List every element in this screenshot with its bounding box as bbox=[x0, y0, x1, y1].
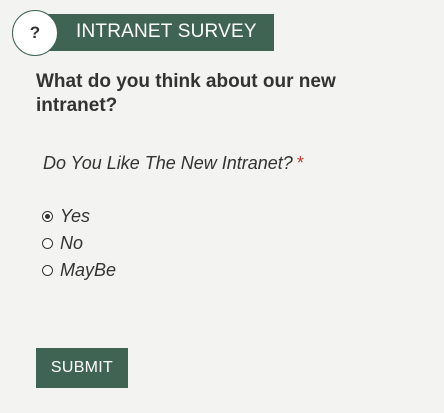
question-text: Do You Like The New Intranet? bbox=[43, 153, 293, 173]
help-icon[interactable]: ? bbox=[12, 10, 58, 56]
header-title: INTRANET SURVEY bbox=[76, 21, 257, 42]
option-no[interactable]: No bbox=[42, 230, 116, 257]
required-marker: * bbox=[296, 153, 304, 173]
option-label: Yes bbox=[60, 206, 91, 226]
option-yes[interactable]: Yes bbox=[42, 203, 116, 230]
radio-group: Yes No MayBe bbox=[42, 203, 116, 284]
radio-maybe[interactable] bbox=[42, 265, 53, 276]
question-label: Do You Like The New Intranet? * bbox=[43, 153, 304, 174]
option-label: MayBe bbox=[60, 260, 117, 280]
submit-button[interactable]: SUBMIT bbox=[36, 348, 128, 388]
option-maybe[interactable]: MayBe bbox=[42, 257, 116, 284]
survey-header: INTRANET SURVEY ? bbox=[12, 10, 274, 58]
radio-yes[interactable] bbox=[42, 211, 53, 222]
radio-no[interactable] bbox=[42, 238, 53, 249]
option-label: No bbox=[60, 233, 84, 253]
survey-heading: What do you think about our new intranet… bbox=[36, 71, 336, 116]
